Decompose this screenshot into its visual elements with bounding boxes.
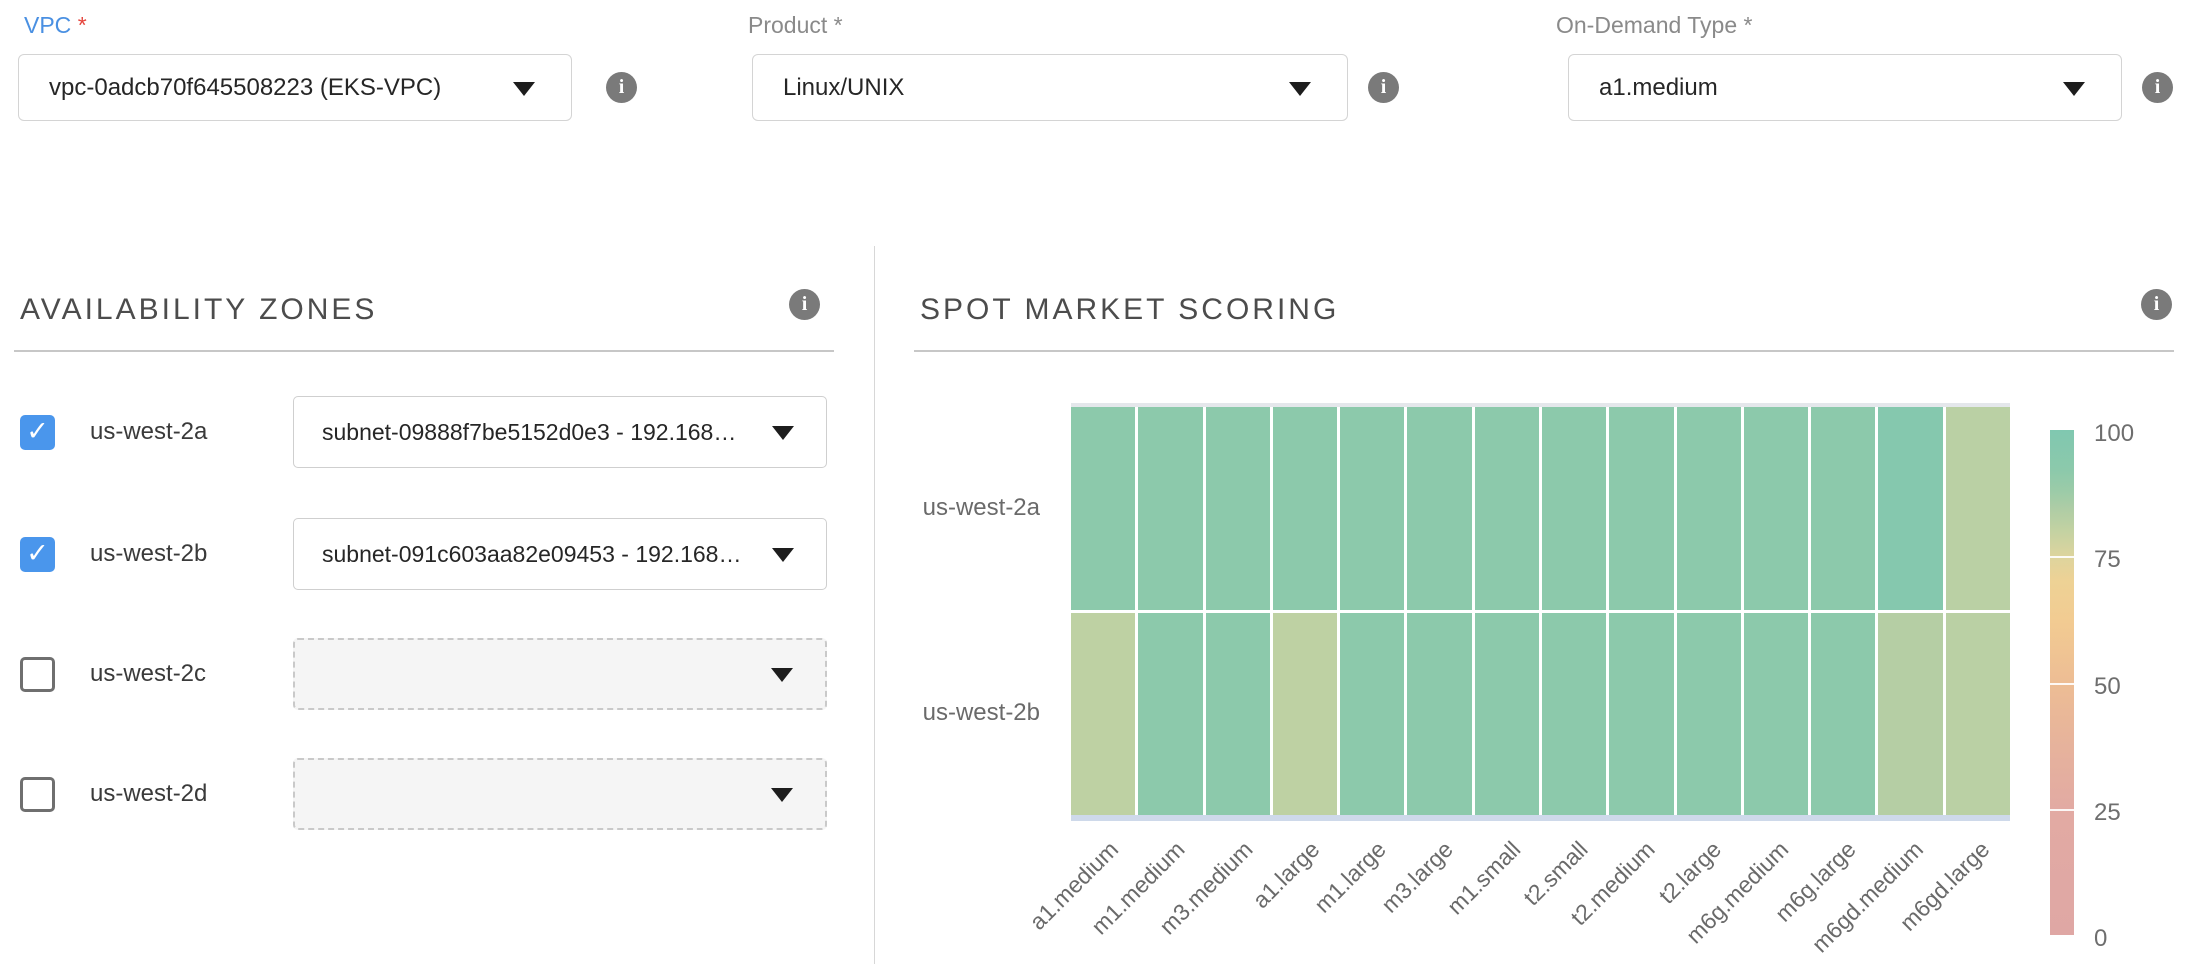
heatmap-column-label-m1.small: m1.small [1442,836,1526,920]
heatmap-cell-us-west-2a-t2.medium [1609,407,1673,610]
chevron-down-icon [772,426,794,440]
heatmap-cell-us-west-2b-m3.large [1407,613,1471,816]
subnet-dropdown-us-west-2a[interactable]: subnet-09888f7be5152d0e3 - 192.168… [293,396,827,468]
heatmap-cell-us-west-2b-t2.small [1542,613,1606,816]
on-demand-type-dropdown[interactable]: a1.medium [1568,54,2122,121]
subnet-dropdown-us-west-2b[interactable]: subnet-091c603aa82e09453 - 192.168… [293,518,827,590]
availability-zones-info-icon[interactable]: i [789,289,820,320]
heatmap-cell-us-west-2a-t2.large [1677,407,1741,610]
heatmap-bottom-axis [1071,815,2010,821]
colorbar-label-100: 100 [2094,420,2174,448]
heatmap-cell-us-west-2a-m6g.medium [1744,407,1808,610]
vpc-dropdown-value: vpc-0adcb70f645508223 (EKS-VPC) [49,74,441,102]
heatmap-cell-us-west-2a-a1.medium [1071,407,1135,610]
subnet-dropdown-value: subnet-09888f7be5152d0e3 - 192.168… [322,419,736,446]
zone-row-us-west-2b: ✓ us-west-2b subnet-091c603aa82e09453 - 19… [0,518,874,592]
product-label-text: Product [748,12,827,38]
heatmap-cell-us-west-2b-m6gd.medium [1878,613,1942,816]
spot-market-configuration-screen: VPC * vpc-0adcb70f645508223 (EKS-VPC) i … [0,0,2196,964]
colorbar-label-50: 50 [2094,673,2174,701]
on-demand-type-info-icon[interactable]: i [2142,72,2173,103]
heatmap-cell-us-west-2a-a1.large [1273,407,1337,610]
heatmap-cell-us-west-2b-a1.medium [1071,613,1135,816]
vpc-info-icon[interactable]: i [606,72,637,103]
colorbar-tick-line [2050,809,2074,811]
heatmap-row-label-us-west-2a: us-west-2a [820,493,1040,523]
heatmap-cell-us-west-2b-t2.large [1677,613,1741,816]
spot-market-scoring-divider [914,350,2174,352]
spot-market-heatmap [1071,403,2010,821]
on-demand-type-dropdown-value: a1.medium [1599,74,1718,102]
chevron-down-icon [772,548,794,562]
product-dropdown[interactable]: Linux/UNIX [752,54,1348,121]
heatmap-cell-us-west-2b-m1.medium [1138,613,1202,816]
heatmap-cell-us-west-2b-a1.large [1273,613,1337,816]
vpc-required-mark: * [78,12,87,38]
zone-row-us-west-2c: us-west-2c [0,638,874,712]
spot-market-scoring-info-icon[interactable]: i [2141,289,2172,320]
heatmap-cell-us-west-2a-m1.small [1475,407,1539,610]
vertical-section-divider [874,246,875,964]
zone-row-us-west-2d: us-west-2d [0,758,874,832]
zone-label-us-west-2d: us-west-2d [90,780,207,808]
on-demand-type-required-mark: * [1744,12,1753,38]
spot-market-scoring-title: SPOT MARKET SCORING [920,293,1339,327]
on-demand-type-label-text: On-Demand Type [1556,12,1737,38]
heatmap-cell-us-west-2b-m1.small [1475,613,1539,816]
zone-row-us-west-2a: ✓ us-west-2a subnet-09888f7be5152d0e3 - 19… [0,396,874,470]
colorbar-tick-line [2050,556,2074,558]
heatmap-cell-us-west-2a-m1.medium [1138,407,1202,610]
heatmap-cell-us-west-2b-m6gd.large [1946,613,2010,816]
availability-zones-title: AVAILABILITY ZONES [20,293,377,327]
product-dropdown-value: Linux/UNIX [783,74,904,102]
checkmark-icon: ✓ [26,418,49,445]
heatmap-cell-us-west-2a-t2.small [1542,407,1606,610]
vpc-dropdown[interactable]: vpc-0adcb70f645508223 (EKS-VPC) [18,54,572,121]
zone-label-us-west-2a: us-west-2a [90,418,207,446]
chevron-down-icon [513,82,535,96]
heatmap-cell-us-west-2b-t2.medium [1609,613,1673,816]
vpc-label-text: VPC [24,12,71,38]
product-required-mark: * [834,12,843,38]
heatmap-row-label-us-west-2b: us-west-2b [820,698,1040,728]
heatmap-cell-us-west-2a-m6gd.medium [1878,407,1942,610]
chevron-down-icon [2063,82,2085,96]
availability-zones-divider [14,350,834,352]
checkmark-icon: ✓ [26,540,49,567]
heatmap-cell-us-west-2b-m3.medium [1206,613,1270,816]
subnet-dropdown-us-west-2d[interactable] [293,758,827,830]
vpc-label: VPC * [24,12,87,39]
zone-label-us-west-2b: us-west-2b [90,540,207,568]
colorbar-label-25: 25 [2094,799,2174,827]
heatmap-colorbar [2050,430,2074,935]
heatmap-cell-us-west-2a-m1.large [1340,407,1404,610]
subnet-dropdown-us-west-2c[interactable] [293,638,827,710]
zone-checkbox-us-west-2b[interactable]: ✓ [20,537,55,572]
zone-checkbox-us-west-2a[interactable]: ✓ [20,415,55,450]
heatmap-column-label-m1.large: m1.large [1310,836,1392,918]
colorbar-label-0: 0 [2094,925,2174,953]
chevron-down-icon [771,668,793,682]
on-demand-type-label: On-Demand Type * [1556,12,1752,39]
zone-checkbox-us-west-2c[interactable] [20,657,55,692]
chevron-down-icon [1289,82,1311,96]
product-label: Product * [748,12,843,39]
zone-label-us-west-2c: us-west-2c [90,660,206,688]
heatmap-grid [1071,407,2010,815]
heatmap-column-labels: a1.mediumm1.mediumm3.mediuma1.largem1.la… [1071,826,2010,964]
product-info-icon[interactable]: i [1368,72,1399,103]
heatmap-cell-us-west-2b-m6g.large [1811,613,1875,816]
heatmap-cell-us-west-2a-m6gd.large [1946,407,2010,610]
heatmap-cell-us-west-2a-m6g.large [1811,407,1875,610]
subnet-dropdown-value: subnet-091c603aa82e09453 - 192.168… [322,541,741,568]
chevron-down-icon [771,788,793,802]
zone-checkbox-us-west-2d[interactable] [20,777,55,812]
heatmap-cell-us-west-2b-m1.large [1340,613,1404,816]
heatmap-cell-us-west-2a-m3.medium [1206,407,1270,610]
colorbar-label-75: 75 [2094,546,2174,574]
heatmap-cell-us-west-2a-m3.large [1407,407,1471,610]
colorbar-tick-line [2050,683,2074,685]
heatmap-cell-us-west-2b-m6g.medium [1744,613,1808,816]
